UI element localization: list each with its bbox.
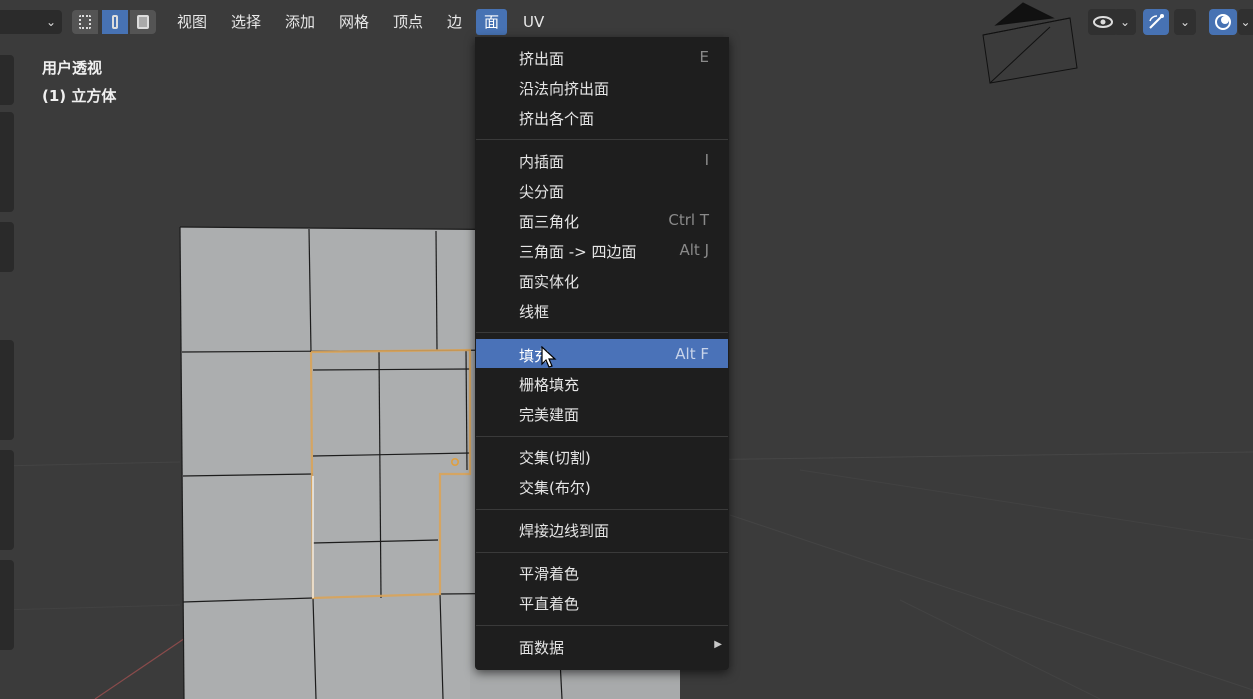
menu-separator	[476, 436, 728, 437]
menu-item-inset-faces[interactable]: 内插面 I	[476, 145, 728, 175]
menu-item-shortcut: E	[699, 48, 709, 66]
menu-separator	[476, 332, 728, 333]
menu-item-beautify-faces[interactable]: 完美建面	[476, 398, 728, 428]
menu-view[interactable]: 视图	[169, 9, 215, 35]
menu-item-poke-faces[interactable]: 尖分面	[476, 175, 728, 205]
active-object-label: (1) 立方体	[42, 87, 117, 105]
face-select-icon	[137, 15, 149, 29]
submenu-arrow-icon: ▶	[714, 639, 722, 650]
menu-item-triangulate[interactable]: 面三角化 Ctrl T	[476, 205, 728, 235]
view-name-label: 用户透视	[42, 59, 103, 77]
menu-vertex[interactable]: 顶点	[385, 9, 431, 35]
menu-edge[interactable]: 边	[439, 9, 470, 35]
menu-item-weld-edges-into-faces[interactable]: 焊接边线到面	[476, 514, 728, 544]
toolbar-group[interactable]	[0, 222, 14, 272]
overlay-icon	[1215, 14, 1231, 30]
menu-item-wireframe[interactable]: 线框	[476, 295, 728, 325]
gizmo-toggle[interactable]	[1143, 9, 1169, 35]
face-select-button[interactable]	[130, 10, 156, 34]
vertex-select-icon	[79, 15, 91, 29]
menu-separator	[476, 625, 728, 626]
menu-item-label: 内插面	[519, 153, 565, 171]
menu-item-label: 面实体化	[519, 273, 580, 291]
menu-item-shortcut: Alt J	[679, 241, 709, 259]
mouse-cursor-icon	[541, 346, 557, 368]
menu-item-extrude-faces[interactable]: 挤出面 E	[476, 42, 728, 72]
menu-item-grid-fill[interactable]: 栅格填充	[476, 368, 728, 398]
menu-item-label: 平直着色	[519, 595, 580, 613]
menu-item-label: 平滑着色	[519, 565, 580, 583]
overlay-dropdown[interactable]: ⌄	[1238, 9, 1253, 35]
menu-mesh[interactable]: 网格	[331, 9, 377, 35]
visibility-dropdown[interactable]: ⌄	[1114, 9, 1136, 35]
menu-uv[interactable]: UV	[515, 9, 552, 35]
menu-item-face-data[interactable]: 面数据 ▶	[476, 631, 728, 661]
menu-separator	[476, 139, 728, 140]
menu-item-shade-flat[interactable]: 平直着色	[476, 587, 728, 617]
menu-item-fill[interactable]: 填充 Alt F	[476, 339, 728, 368]
face-menu-dropdown: 挤出面 E 沿法向挤出面 挤出各个面 内插面 I 尖分面 面三角化 Ctrl T…	[475, 37, 729, 670]
menu-item-shade-smooth[interactable]: 平滑着色	[476, 557, 728, 587]
menu-separator	[476, 552, 728, 553]
menu-item-label: 面数据	[519, 639, 565, 657]
menu-item-tris-to-quads[interactable]: 三角面 -> 四边面 Alt J	[476, 235, 728, 265]
toolbar-group[interactable]	[0, 340, 14, 440]
menu-item-extrude-individual[interactable]: 挤出各个面	[476, 102, 728, 132]
toolbar-group[interactable]	[0, 112, 14, 212]
menu-select[interactable]: 选择	[223, 9, 269, 35]
menu-item-label: 三角面 -> 四边面	[519, 243, 637, 261]
toolbar-group[interactable]	[0, 450, 14, 550]
menu-item-label: 交集(切割)	[519, 449, 591, 467]
menu-separator	[476, 509, 728, 510]
menu-item-label: 线框	[519, 303, 550, 321]
menu-item-solidify[interactable]: 面实体化	[476, 265, 728, 295]
menu-item-intersect-boolean[interactable]: 交集(布尔)	[476, 471, 728, 501]
edge-select-icon	[112, 15, 118, 29]
toolbar-group[interactable]	[0, 55, 14, 105]
menu-item-label: 沿法向挤出面	[519, 80, 610, 98]
menu-item-shortcut: I	[704, 151, 709, 169]
menu-item-intersect-knife[interactable]: 交集(切割)	[476, 441, 728, 471]
menu-item-label: 完美建面	[519, 406, 580, 424]
toolbar-group[interactable]	[0, 560, 14, 650]
chevron-down-icon: ⌄	[45, 15, 56, 29]
gizmo-icon	[1149, 14, 1164, 29]
menu-face[interactable]: 面	[476, 9, 508, 35]
menu-item-label: 挤出面	[519, 50, 565, 68]
overlay-toggle[interactable]	[1209, 9, 1237, 35]
menu-item-label: 挤出各个面	[519, 110, 595, 128]
menu-item-label: 焊接边线到面	[519, 522, 610, 540]
edge-select-button[interactable]	[102, 10, 128, 34]
interaction-mode-dropdown[interactable]: ⌄	[0, 10, 62, 34]
menu-item-extrude-along-normals[interactable]: 沿法向挤出面	[476, 72, 728, 102]
menu-item-shortcut: Alt F	[675, 345, 709, 363]
menu-item-shortcut: Ctrl T	[668, 211, 709, 229]
menu-add[interactable]: 添加	[277, 9, 323, 35]
vertex-select-button[interactable]	[72, 10, 98, 34]
menu-item-label: 尖分面	[519, 183, 565, 201]
gizmo-dropdown[interactable]: ⌄	[1174, 9, 1196, 35]
eye-icon	[1093, 16, 1113, 28]
menu-item-label: 栅格填充	[519, 376, 580, 394]
menu-item-label: 交集(布尔)	[519, 479, 591, 497]
menu-item-label: 面三角化	[519, 213, 580, 231]
